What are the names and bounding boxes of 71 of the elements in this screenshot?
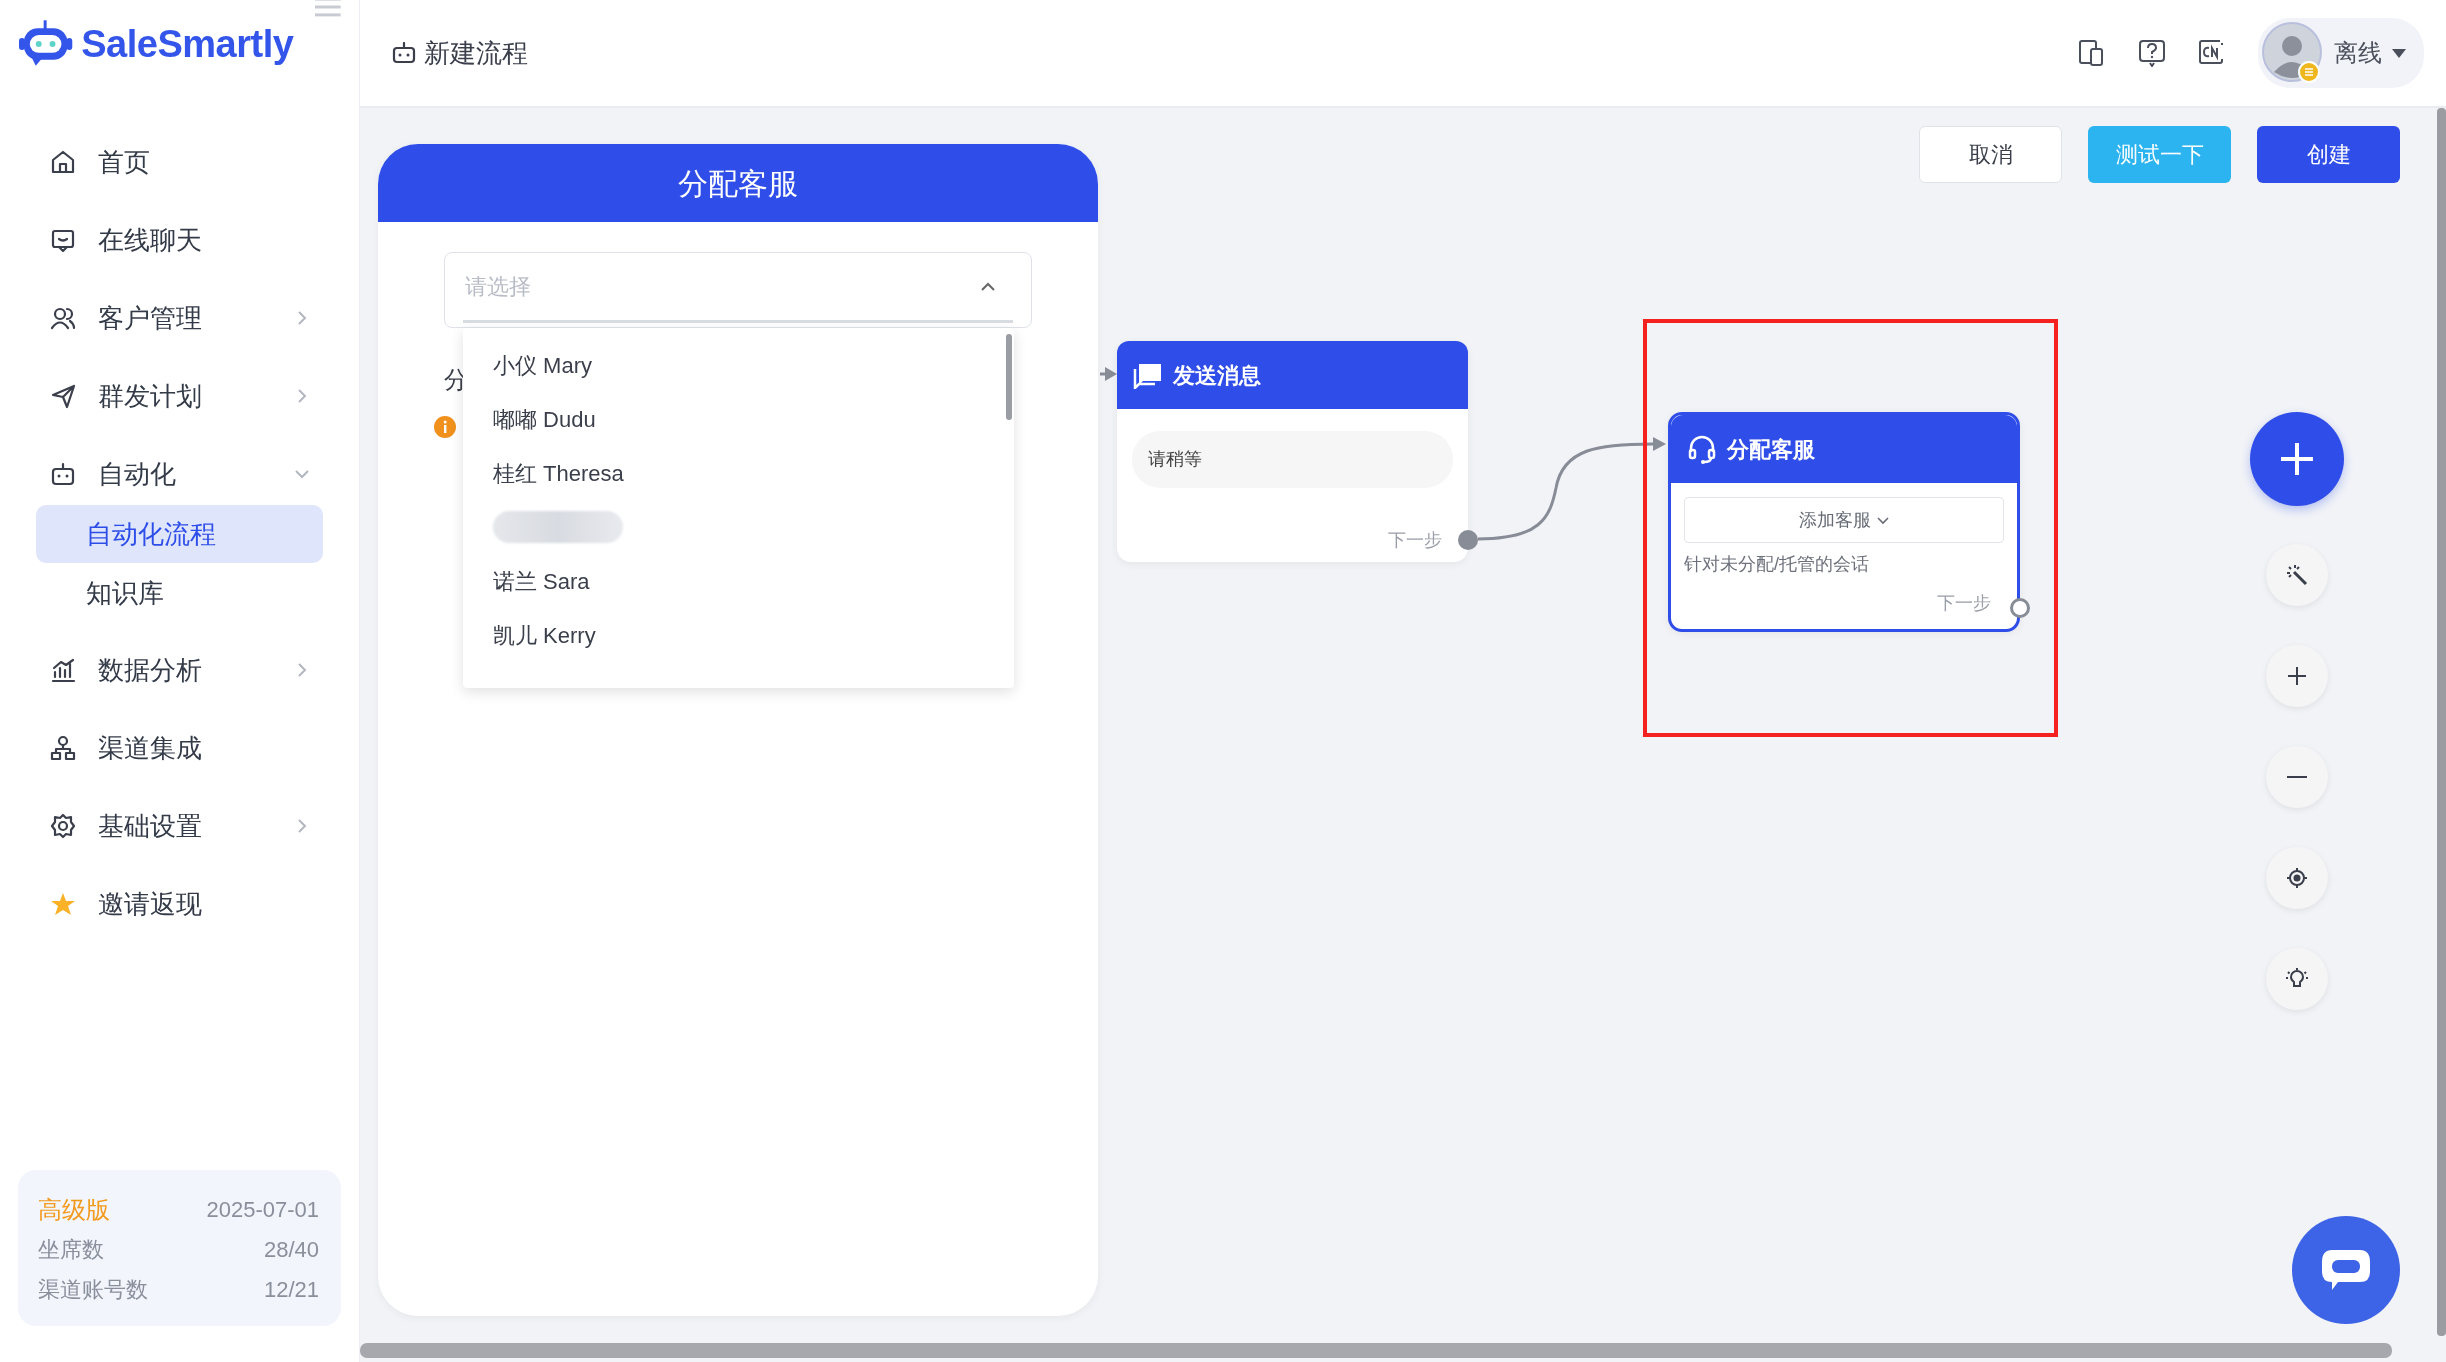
plan-value: 28/40: [263, 1236, 319, 1264]
target-icon: [2286, 867, 2308, 889]
headset-icon: [1687, 434, 1717, 464]
scrollbar[interactable]: [2437, 108, 2446, 1336]
settings-icon: [50, 813, 76, 839]
select-input[interactable]: 请选择: [463, 268, 981, 304]
dropdown-option[interactable]: 桂红 Theresa: [463, 446, 1014, 500]
nav-item[interactable]: 在线聊天: [36, 211, 323, 269]
nav-subitem[interactable]: 自动化流程: [36, 505, 323, 563]
add-agent-button[interactable]: 添加客服: [1684, 497, 2004, 543]
users-icon: [50, 305, 76, 331]
output-port[interactable]: [1458, 530, 1478, 550]
next-step-label: 下一步: [1937, 592, 1991, 615]
help-icon[interactable]: [2138, 39, 2166, 67]
flow-node[interactable]: 分配客服 添加客服 针对未分配/托管的会话 下一步: [1668, 412, 2020, 632]
brand-name: SaleSmartly: [81, 22, 294, 67]
devices-icon[interactable]: [2078, 39, 2106, 67]
nav-item[interactable]: 渠道集成: [36, 719, 323, 777]
agent-select[interactable]: 请选择: [444, 252, 1032, 328]
chevron-icon[interactable]: [981, 281, 995, 291]
network-icon: [50, 735, 76, 761]
plan-value: 12/21: [263, 1276, 319, 1304]
add-node-button[interactable]: [2250, 412, 2344, 506]
output-port[interactable]: [2010, 598, 2030, 618]
dropdown-option[interactable]: 诺兰 Sara: [463, 554, 1014, 608]
page-title: 新建流程: [424, 36, 528, 70]
plan-label: 渠道账号数: [38, 1276, 148, 1304]
node-title: 发送消息: [1173, 361, 1261, 390]
magic-wand-icon: [2286, 564, 2308, 586]
nav-item[interactable]: 自动化: [36, 445, 323, 503]
next-step-label: 下一步: [1388, 529, 1442, 552]
nav-item[interactable]: 数据分析: [36, 641, 323, 699]
minus-icon: [2287, 776, 2307, 778]
nav-item[interactable]: 首页: [36, 133, 323, 191]
lightbulb-icon: [2286, 968, 2308, 990]
nav-item[interactable]: 群发计划: [36, 367, 323, 425]
chat-icon: [50, 227, 76, 253]
send-icon: [50, 383, 76, 409]
info-icon: [434, 416, 456, 438]
plan-label: 坐席数: [38, 1236, 104, 1264]
plus-icon: [2286, 665, 2308, 687]
plus-icon: [2279, 441, 2315, 477]
scrollbar[interactable]: [1006, 334, 1012, 420]
robot-icon: [50, 461, 76, 487]
nav-item[interactable]: 邀请返现: [36, 875, 323, 933]
star-icon: [50, 891, 76, 917]
panel-header: 分配客服: [378, 144, 1098, 222]
language-icon[interactable]: [2198, 39, 2226, 67]
plan-expiry: 2025-07-01: [206, 1196, 319, 1224]
chat-icon: [1133, 361, 1163, 389]
plan-name: 高级版: [38, 1195, 110, 1225]
dropdown-option[interactable]: 嘟嘟 Dudu: [463, 392, 1014, 446]
chart-icon: [50, 657, 76, 683]
home-icon: [50, 149, 76, 175]
caret-icon: [2392, 48, 2406, 58]
chevron-icon: [1876, 516, 1889, 525]
create-button[interactable]: 创建: [2257, 126, 2400, 183]
node-title: 分配客服: [1727, 435, 1815, 464]
robot-icon: [392, 42, 416, 64]
cancel-button[interactable]: 取消: [1919, 126, 2062, 183]
nav-subitem[interactable]: 知识库: [36, 564, 323, 622]
status-dropdown[interactable]: 离线: [2258, 18, 2424, 88]
scrollbar[interactable]: [360, 1343, 2392, 1358]
avatar-icon: [2262, 22, 2324, 84]
flow-node[interactable]: 发送消息 请稍等 下一步: [1117, 341, 1468, 562]
nav-item[interactable]: 客户管理: [36, 289, 323, 347]
dropdown-option[interactable]: 凯儿 Kerry: [463, 608, 1014, 662]
nav-item[interactable]: 基础设置: [36, 797, 323, 855]
dropdown-option[interactable]: 小仪 Mary: [463, 338, 1014, 392]
node-note: 针对未分配/托管的会话: [1684, 553, 1870, 576]
message-bubble: 请稍等: [1132, 431, 1453, 488]
